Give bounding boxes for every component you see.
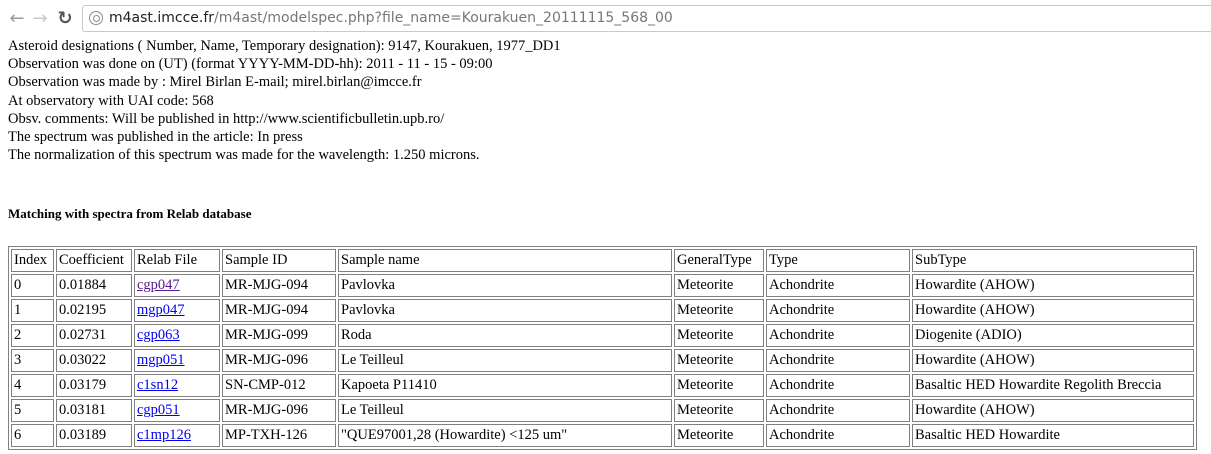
table-row: 0 0.01884 cgp047 MR-MJG-094 Pavlovka Meteorit… — [11, 274, 1194, 297]
cell-type: Achondrite — [766, 324, 910, 347]
cell-index: 2 — [11, 324, 54, 347]
relab-file-link[interactable]: cgp047 — [137, 277, 180, 293]
column-header-index: Index — [11, 249, 54, 272]
forward-arrow-icon[interactable]: → — [30, 6, 50, 30]
relab-file-link[interactable]: cgp051 — [137, 402, 180, 418]
cell-type: Achondrite — [766, 374, 910, 397]
cell-sample-id: MP-TXH-126 — [222, 424, 336, 447]
cell-index: 6 — [11, 424, 54, 447]
cell-generaltype: Meteorite — [674, 274, 764, 297]
cell-generaltype: Meteorite — [674, 349, 764, 372]
observation-date: Observation was done on (UT) (format YYY… — [8, 56, 493, 73]
cell-type: Achondrite — [766, 274, 910, 297]
cell-subtype: Howardite (AHOW) — [912, 349, 1194, 372]
cell-sample-name: Pavlovka — [338, 274, 672, 297]
cell-relab-file: cgp063 — [134, 324, 220, 347]
column-header-type: Type — [766, 249, 910, 272]
cell-relab-file: mgp051 — [134, 349, 220, 372]
cell-sample-name: "QUE97001,28 (Howardite) <125 um" — [338, 424, 672, 447]
url-text[interactable]: m4ast.imcce.fr/m4ast/modelspec.php?file_… — [109, 10, 673, 26]
table-row: 1 0.02195 mgp047 MR-MJG-094 Pavlovka Meteorit… — [11, 299, 1194, 322]
relab-file-link[interactable]: mgp047 — [137, 302, 185, 318]
normalization: The normalization of this spectrum was m… — [8, 147, 480, 164]
url-host: m4ast.imcce.fr — [109, 10, 215, 26]
column-header-sample-id: Sample ID — [222, 249, 336, 272]
cell-sample-name: Le Teilleul — [338, 349, 672, 372]
relab-file-link[interactable]: c1sn12 — [137, 377, 178, 393]
cell-sample-name: Pavlovka — [338, 299, 672, 322]
table-row: 2 0.02731 cgp063 MR-MJG-099 Roda Meteorite Ach… — [11, 324, 1194, 347]
cell-subtype: Howardite (AHOW) — [912, 399, 1194, 422]
cell-generaltype: Meteorite — [674, 399, 764, 422]
relab-file-link[interactable]: c1mp126 — [137, 427, 191, 443]
cell-subtype: Basaltic HED Howardite — [912, 424, 1194, 447]
cell-subtype: Basaltic HED Howardite Regolith Breccia — [912, 374, 1194, 397]
column-header-sample-name: Sample name — [338, 249, 672, 272]
cell-coefficient: 0.03181 — [56, 399, 132, 422]
cell-coefficient: 0.01884 — [56, 274, 132, 297]
cell-sample-name: Kapoeta P11410 — [338, 374, 672, 397]
cell-coefficient: 0.02195 — [56, 299, 132, 322]
cell-sample-id: SN-CMP-012 — [222, 374, 336, 397]
table-row: 5 0.03181 cgp051 MR-MJG-096 Le Teilleul Meteo… — [11, 399, 1194, 422]
cell-index: 1 — [11, 299, 54, 322]
cell-generaltype: Meteorite — [674, 374, 764, 397]
site-info-icon[interactable] — [89, 11, 103, 25]
cell-relab-file: c1mp126 — [134, 424, 220, 447]
back-arrow-icon[interactable]: ← — [6, 6, 28, 30]
cell-index: 4 — [11, 374, 54, 397]
cell-type: Achondrite — [766, 399, 910, 422]
table-row: 3 0.03022 mgp051 MR-MJG-096 Le Teilleul Meteo… — [11, 349, 1194, 372]
table-row: 6 0.03189 c1mp126 MP-TXH-126 "QUE97001,28 (H… — [11, 424, 1194, 447]
cell-relab-file: mgp047 — [134, 299, 220, 322]
cell-subtype: Howardite (AHOW) — [912, 299, 1194, 322]
cell-subtype: Howardite (AHOW) — [912, 274, 1194, 297]
cell-sample-name: Roda — [338, 324, 672, 347]
table-row: 4 0.03179 c1sn12 SN-CMP-012 Kapoeta P11410 Me… — [11, 374, 1194, 397]
cell-sample-name: Le Teilleul — [338, 399, 672, 422]
cell-sample-id: MR-MJG-099 — [222, 324, 336, 347]
column-header-coefficient: Coefficient — [56, 249, 132, 272]
cell-sample-id: MR-MJG-094 — [222, 299, 336, 322]
reload-icon[interactable]: ↻ — [54, 6, 76, 30]
cell-sample-id: MR-MJG-096 — [222, 349, 336, 372]
cell-generaltype: Meteorite — [674, 324, 764, 347]
cell-sample-id: MR-MJG-096 — [222, 399, 336, 422]
browser-toolbar: ← → ↻ m4ast.imcce.fr/m4ast/modelspec.php… — [0, 0, 1211, 38]
observer: Observation was made by : Mirel Birlan E… — [8, 74, 422, 91]
cell-coefficient: 0.03022 — [56, 349, 132, 372]
cell-subtype: Diogenite (ADIO) — [912, 324, 1194, 347]
observation-comments: Obsv. comments: Will be published in htt… — [8, 110, 445, 127]
cell-sample-id: MR-MJG-094 — [222, 274, 336, 297]
cell-index: 3 — [11, 349, 54, 372]
cell-index: 0 — [11, 274, 54, 297]
publication: The spectrum was published in the articl… — [8, 128, 303, 145]
asteroid-designations: Asteroid designations ( Number, Name, Te… — [8, 38, 561, 54]
cell-type: Achondrite — [766, 349, 910, 372]
cell-relab-file: c1sn12 — [134, 374, 220, 397]
cell-type: Achondrite — [766, 299, 910, 322]
cell-generaltype: Meteorite — [674, 299, 764, 322]
table-header-row: Index Coefficient Relab File Sample ID S… — [11, 249, 1194, 272]
url-path: /m4ast/modelspec.php?file_name=Kourakuen… — [214, 10, 673, 26]
cell-type: Achondrite — [766, 424, 910, 447]
cell-index: 5 — [11, 399, 54, 422]
observatory-code: At observatory with UAI code: 568 — [8, 92, 214, 109]
cell-coefficient: 0.03189 — [56, 424, 132, 447]
section-title: Matching with spectra from Relab databas… — [8, 206, 252, 221]
column-header-subtype: SubType — [912, 249, 1194, 272]
observation-info: Asteroid designations ( Number, Name, Te… — [8, 37, 561, 164]
cell-relab-file: cgp047 — [134, 274, 220, 297]
relab-file-link[interactable]: cgp063 — [137, 327, 180, 343]
cell-coefficient: 0.03179 — [56, 374, 132, 397]
address-bar[interactable]: m4ast.imcce.fr/m4ast/modelspec.php?file_… — [82, 5, 1211, 32]
cell-generaltype: Meteorite — [674, 424, 764, 447]
column-header-relab-file: Relab File — [134, 249, 220, 272]
relab-file-link[interactable]: mgp051 — [137, 352, 185, 368]
cell-relab-file: cgp051 — [134, 399, 220, 422]
cell-coefficient: 0.02731 — [56, 324, 132, 347]
relab-matches-table: Index Coefficient Relab File Sample ID S… — [8, 246, 1197, 450]
column-header-generaltype: GeneralType — [674, 249, 764, 272]
